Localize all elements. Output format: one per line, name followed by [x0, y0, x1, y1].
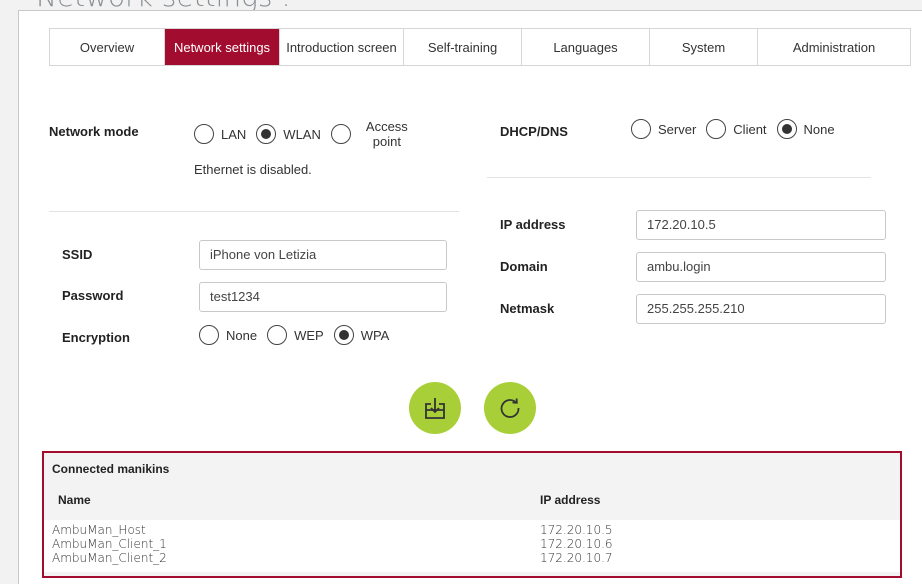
- left-gutter: [0, 10, 18, 584]
- radio-label-wpa: WPA: [360, 327, 390, 343]
- refresh-button[interactable]: [484, 382, 536, 434]
- tab-self-training[interactable]: Self-training: [404, 29, 522, 65]
- radio-circle-wpa[interactable]: [333, 325, 354, 345]
- encryption-wpa[interactable]: WPA: [333, 325, 390, 345]
- table-row-name: AmbuMan_Client_1: [52, 537, 167, 551]
- network-mode-lan[interactable]: LAN: [194, 124, 246, 144]
- radio-label-wlan: WLAN: [283, 126, 321, 142]
- col-header-name: Name: [58, 493, 91, 507]
- encryption-wep[interactable]: WEP: [267, 325, 324, 345]
- radio-label-access-point: Access point: [365, 119, 408, 149]
- col-header-ip: IP address: [540, 493, 601, 507]
- page-root: Network settings : Overview Network sett…: [0, 0, 922, 584]
- download-tray-icon: [425, 398, 445, 419]
- encryption-none[interactable]: None: [199, 325, 257, 345]
- connected-manikins-panel: Connected manikins Name IP address AmbuM…: [42, 451, 902, 578]
- ssid-label: SSID: [62, 247, 93, 262]
- encryption-radio-group: None WEP WPA: [199, 325, 399, 345]
- radio-label-wep: WEP: [294, 327, 324, 343]
- tab-network-settings[interactable]: Network settings: [165, 29, 280, 65]
- radio-circle-access-point[interactable]: [330, 124, 351, 144]
- radio-label-server: Server: [658, 121, 697, 137]
- connected-manikins-title: Connected manikins: [52, 462, 170, 476]
- radio-label-lan: LAN: [221, 126, 247, 142]
- radio-circle-wep[interactable]: [267, 325, 288, 345]
- domain-label: Domain: [500, 259, 548, 274]
- password-label: Password: [62, 288, 124, 303]
- dhcp-server[interactable]: Server: [631, 119, 696, 139]
- network-mode-radio-group: LAN WLAN Access point: [194, 119, 426, 149]
- ip-address-label: IP address: [500, 217, 566, 232]
- ethernet-note: Ethernet is disabled.: [194, 162, 312, 177]
- dhcp-client[interactable]: Client: [706, 119, 767, 139]
- network-mode-wlan[interactable]: WLAN: [256, 124, 321, 144]
- netmask-label: Netmask: [500, 301, 555, 316]
- manikins-table-body: AmbuMan_Host 172.20.10.5 AmbuMan_Client_…: [44, 520, 900, 572]
- save-button[interactable]: [409, 382, 461, 434]
- table-row-ip: 172.20.10.7: [540, 551, 613, 565]
- table-row-ip: 172.20.10.6: [540, 537, 613, 551]
- divider-right: [487, 177, 871, 178]
- table-row-name: AmbuMan_Client_2: [52, 551, 167, 565]
- radio-label-client: Client: [733, 121, 767, 137]
- radio-circle-lan[interactable]: [194, 124, 214, 144]
- radio-circle-enc-none[interactable]: [199, 325, 219, 345]
- network-mode-label: Network mode: [49, 124, 139, 139]
- tab-languages[interactable]: Languages: [522, 29, 650, 65]
- tab-administration[interactable]: Administration: [758, 29, 910, 65]
- encryption-label: Encryption: [62, 330, 130, 345]
- tab-introduction-screen[interactable]: Introduction screen: [280, 29, 404, 65]
- netmask-input[interactable]: 255.255.255.210: [636, 294, 886, 324]
- radio-label-dhcp-none: None: [803, 121, 835, 137]
- table-row-ip: 172.20.10.5: [540, 523, 613, 537]
- ip-address-input[interactable]: 172.20.10.5: [636, 210, 886, 240]
- dhcp-dns-label: DHCP/DNS: [500, 124, 568, 139]
- dhcp-none[interactable]: None: [776, 119, 835, 139]
- radio-circle-client[interactable]: [706, 119, 727, 139]
- radio-circle-dhcp-none[interactable]: [776, 119, 797, 139]
- table-row-name: AmbuMan_Host: [52, 523, 146, 537]
- password-input[interactable]: test1234: [199, 282, 447, 312]
- refresh-icon: [500, 398, 520, 418]
- domain-input[interactable]: ambu.login: [636, 252, 886, 282]
- tab-bar: Overview Network settings Introduction s…: [49, 28, 911, 66]
- ssid-input[interactable]: iPhone von Letizia: [199, 240, 447, 270]
- dhcp-radio-group: Server Client None: [631, 119, 845, 139]
- tab-system[interactable]: System: [650, 29, 758, 65]
- radio-circle-server[interactable]: [631, 119, 651, 139]
- radio-label-enc-none: None: [226, 327, 258, 343]
- network-mode-access-point[interactable]: Access point: [330, 119, 416, 149]
- radio-circle-wlan[interactable]: [256, 124, 277, 144]
- tab-overview[interactable]: Overview: [50, 29, 165, 65]
- divider-left: [49, 211, 459, 212]
